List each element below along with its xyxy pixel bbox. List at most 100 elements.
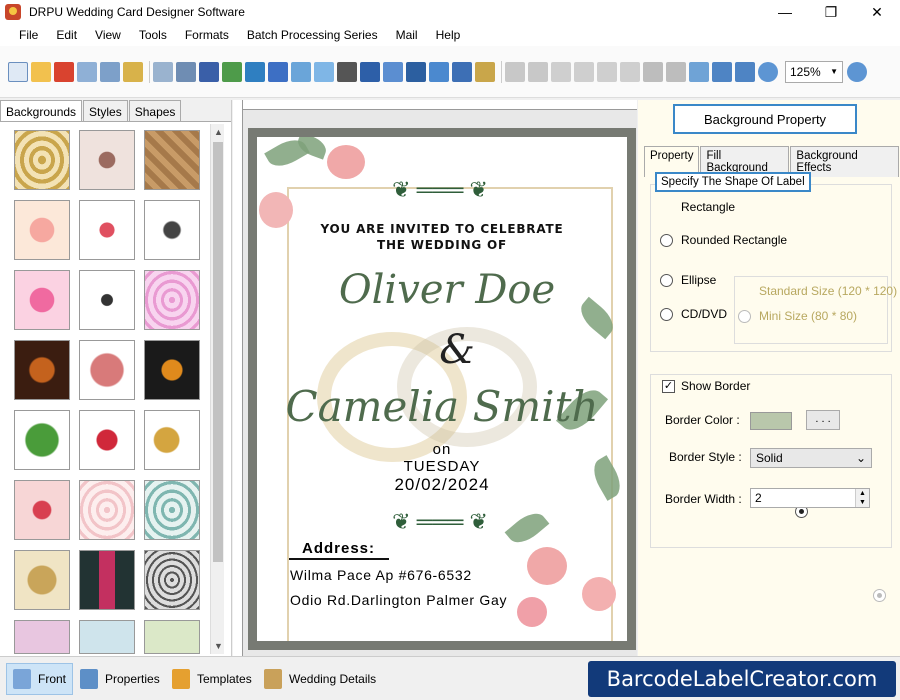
- address-label[interactable]: Address:: [302, 540, 375, 557]
- background-thumb[interactable]: [144, 270, 200, 330]
- menu-mail[interactable]: Mail: [387, 28, 427, 42]
- background-thumb[interactable]: [79, 340, 135, 400]
- address-line-1[interactable]: Wilma Pace Ap #676-6532: [290, 567, 472, 583]
- scroll-up-icon[interactable]: ▲: [214, 127, 223, 137]
- menu-tools[interactable]: Tools: [130, 28, 176, 42]
- zoom-out-icon[interactable]: [847, 61, 867, 82]
- save-as-icon[interactable]: [100, 61, 120, 82]
- wordart-icon[interactable]: [314, 61, 334, 82]
- background-thumb[interactable]: [144, 410, 200, 470]
- text-box-icon[interactable]: [383, 61, 403, 82]
- background-thumb[interactable]: [79, 550, 135, 610]
- day-text[interactable]: TUESDAY: [372, 458, 512, 475]
- border-style-select[interactable]: Solid ⌄: [750, 448, 872, 468]
- background-thumb[interactable]: [144, 550, 200, 610]
- print-preview-icon[interactable]: [153, 61, 173, 82]
- front-button[interactable]: Front: [6, 663, 74, 695]
- radio-cd-dvd[interactable]: CD/DVD: [660, 307, 727, 321]
- send-back-icon[interactable]: [666, 61, 686, 82]
- thumbnails-scrollbar[interactable]: ▲ ▼: [210, 124, 224, 654]
- export-icon[interactable]: [123, 61, 143, 82]
- background-thumb[interactable]: [144, 480, 200, 540]
- minimize-button[interactable]: —: [762, 0, 808, 24]
- tab-shapes[interactable]: Shapes: [128, 100, 182, 121]
- menu-formats[interactable]: Formats: [176, 28, 238, 42]
- pen-icon[interactable]: [268, 61, 288, 82]
- tab-backgrounds[interactable]: Backgrounds: [0, 100, 83, 121]
- templates-button[interactable]: Templates: [166, 663, 258, 695]
- delete-icon[interactable]: [620, 61, 640, 82]
- barcode-icon[interactable]: [337, 61, 357, 82]
- close-button[interactable]: ✕: [854, 0, 900, 24]
- background-thumb[interactable]: [144, 620, 200, 654]
- background-thumb[interactable]: [14, 620, 70, 654]
- grid-icon[interactable]: [689, 61, 709, 82]
- redo-icon[interactable]: [528, 61, 548, 82]
- new-icon[interactable]: [8, 61, 28, 82]
- scroll-down-icon[interactable]: ▼: [214, 641, 223, 651]
- maximize-button[interactable]: ❐: [808, 0, 854, 24]
- background-thumb[interactable]: [144, 340, 200, 400]
- radio-ellipse[interactable]: Ellipse: [660, 273, 716, 287]
- menu-edit[interactable]: Edit: [47, 28, 86, 42]
- actual-size-icon[interactable]: [712, 61, 732, 82]
- border-color-button[interactable]: . . .: [806, 410, 840, 430]
- menu-help[interactable]: Help: [427, 28, 470, 42]
- menu-batch[interactable]: Batch Processing Series: [238, 28, 387, 42]
- signature-icon[interactable]: [406, 61, 426, 82]
- line-icon[interactable]: [452, 61, 472, 82]
- image-icon[interactable]: [245, 61, 265, 82]
- address-line-2[interactable]: Odio Rd.Darlington Palmer Gay: [290, 592, 507, 608]
- menu-file[interactable]: File: [10, 28, 47, 42]
- radio-standard-size[interactable]: Standard Size (120 * 120): [738, 284, 897, 602]
- close-doc-icon[interactable]: [54, 61, 74, 82]
- wedding-details-button[interactable]: Wedding Details: [258, 663, 382, 695]
- background-thumb[interactable]: [14, 410, 70, 470]
- background-thumb[interactable]: [14, 200, 70, 260]
- background-thumb[interactable]: [14, 340, 70, 400]
- groom-name[interactable]: Oliver Doe: [297, 267, 597, 313]
- open-icon[interactable]: [31, 61, 51, 82]
- copy-icon[interactable]: [574, 61, 594, 82]
- mail-icon[interactable]: [429, 61, 449, 82]
- date-text[interactable]: 20/02/2024: [362, 475, 522, 495]
- spinner-icon[interactable]: ▲ ▼: [855, 489, 869, 507]
- background-thumb[interactable]: [79, 270, 135, 330]
- show-border-checkbox[interactable]: ✓ Show Border: [662, 379, 750, 393]
- border-width-input[interactable]: 2 ▲ ▼: [750, 488, 870, 508]
- background-thumb[interactable]: [14, 270, 70, 330]
- save-icon[interactable]: [77, 61, 97, 82]
- copy-layer-icon[interactable]: [199, 61, 219, 82]
- menu-view[interactable]: View: [86, 28, 130, 42]
- bride-name[interactable]: Camelia Smith: [267, 382, 617, 431]
- invite-text[interactable]: YOU ARE INVITED TO CELEBRATE THE WEDDING…: [317, 221, 567, 253]
- background-thumb[interactable]: [79, 620, 135, 654]
- radio-rectangle[interactable]: Rectangle: [660, 200, 808, 518]
- background-thumb[interactable]: [144, 130, 200, 190]
- wedding-card[interactable]: ❦ ═══ ❦ YOU ARE INVITED TO CELEBRATE THE…: [257, 137, 627, 641]
- properties-button[interactable]: Properties: [74, 663, 166, 695]
- text-icon[interactable]: [360, 61, 380, 82]
- bring-front-icon[interactable]: [643, 61, 663, 82]
- radio-rounded-rectangle[interactable]: Rounded Rectangle: [660, 233, 787, 247]
- border-color-swatch[interactable]: [750, 412, 792, 430]
- on-text[interactable]: on: [392, 441, 492, 458]
- radio-mini-size[interactable]: Mini Size (80 * 80): [738, 309, 857, 323]
- zoom-in-icon[interactable]: [758, 61, 778, 82]
- scroll-thumb[interactable]: [213, 142, 223, 562]
- tab-styles[interactable]: Styles: [83, 100, 128, 121]
- background-thumb[interactable]: [14, 480, 70, 540]
- zoom-select[interactable]: 125% ▼: [785, 60, 843, 83]
- undo-icon[interactable]: [505, 61, 525, 82]
- background-thumb[interactable]: [144, 200, 200, 260]
- background-thumb[interactable]: [14, 130, 70, 190]
- cut-icon[interactable]: [551, 61, 571, 82]
- database-icon[interactable]: [475, 61, 495, 82]
- background-thumb[interactable]: [14, 550, 70, 610]
- crop-icon[interactable]: [222, 61, 242, 82]
- print-icon[interactable]: [176, 61, 196, 82]
- picture-icon[interactable]: [291, 61, 311, 82]
- card-border[interactable]: ❦ ═══ ❦ YOU ARE INVITED TO CELEBRATE THE…: [248, 128, 636, 650]
- background-thumb[interactable]: [79, 200, 135, 260]
- paste-icon[interactable]: [597, 61, 617, 82]
